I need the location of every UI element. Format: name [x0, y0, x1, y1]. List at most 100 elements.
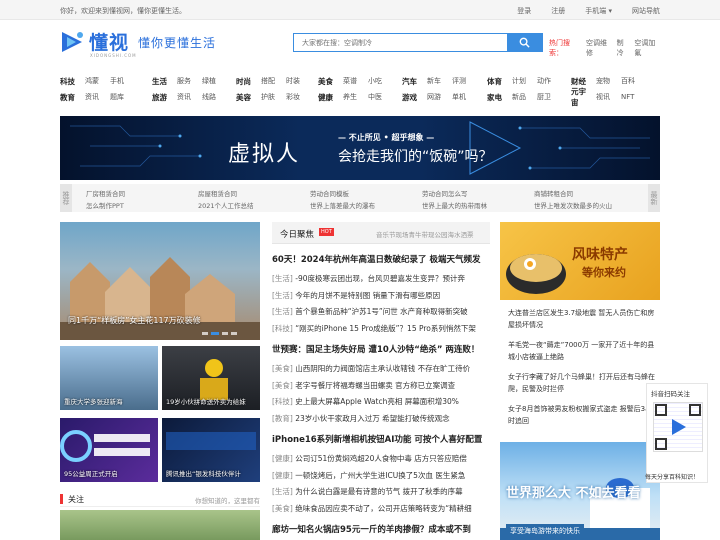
nav-sub-link[interactable]: 题库: [110, 92, 132, 102]
nav-sub-link[interactable]: 计划: [512, 76, 534, 86]
nav-main-link[interactable]: 美食: [318, 76, 340, 87]
nav-sub-link[interactable]: 新品: [512, 92, 534, 102]
side-news-item[interactable]: 大连普兰店区发生3.7级地震 暂无人员伤亡和房屋损坏情况: [508, 307, 658, 331]
nav-sub-link[interactable]: 新车: [427, 76, 449, 86]
text-link[interactable]: 世界上最大的热带雨林: [422, 200, 487, 210]
nav-sub-link[interactable]: 养生: [343, 92, 365, 102]
nav-sub-link[interactable]: 手机: [110, 76, 132, 86]
nav-sub-link[interactable]: 动作: [537, 76, 559, 86]
nav-main-link[interactable]: 旅游: [152, 92, 174, 103]
side-news-item[interactable]: 女子8月首饰被男友粉权搬家式盗走 报警后3小时追回: [508, 403, 658, 427]
headline-link[interactable]: 世预赛：国足主场失好局 遭10人沙特“绝杀” 两连败！: [272, 343, 479, 355]
travel-banner[interactable]: 世界那么大 不如去看看 享受海岛游带来的快乐: [500, 442, 660, 540]
nav-sub-link[interactable]: 护肤: [261, 92, 283, 102]
news-item[interactable]: [健康] 一顿饶烤后，广州大学生进ICU换了5次血 医生紧急: [272, 470, 465, 481]
today-subtitle[interactable]: 音乐节现场青牛带现公园海水洒票: [376, 229, 474, 239]
nav-main-link[interactable]: 美容: [236, 92, 258, 103]
nav-main-link[interactable]: 体育: [487, 76, 509, 87]
text-links-left-tab[interactable]: 推荐: [60, 184, 72, 212]
nav-sub-link[interactable]: 单机: [452, 92, 474, 102]
text-link[interactable]: 2021个人工作总结: [198, 200, 254, 210]
register-link[interactable]: 注册: [551, 6, 565, 16]
nav-sub-link[interactable]: NFT: [621, 93, 643, 101]
qr-title: 抖音扫码关注: [651, 390, 690, 398]
news-item[interactable]: [生活] 为什么说白露是最有诗意的节气 拨开了秋季的序幕: [272, 486, 463, 497]
nav-sub-link[interactable]: 搭配: [261, 76, 283, 86]
news-item[interactable]: [科技] “刚买的iPhone 15 Pro成绝版”？15 Pro系列悄然下架: [272, 323, 476, 334]
nav-main-link[interactable]: 财经: [571, 76, 593, 87]
nav-sub-link[interactable]: 评测: [452, 76, 474, 86]
login-link[interactable]: 登录: [517, 6, 531, 16]
thumb-card[interactable]: 19岁小伙拼命送外卖为给妹: [162, 346, 260, 410]
thumb-card[interactable]: 95公益周正式开启: [60, 418, 158, 482]
focus-image[interactable]: [60, 510, 260, 540]
nav-sub-link[interactable]: 网游: [427, 92, 449, 102]
nav-sub-link[interactable]: 资讯: [85, 92, 107, 102]
headline-link[interactable]: 60天！2024年杭州年高温日数破纪录了 极端天气频发: [272, 253, 480, 265]
text-link[interactable]: 厂房租赁合同: [86, 188, 125, 198]
headline-link[interactable]: 廊坊一知名火锅店95元一斤的羊肉掺假？成本或不到: [272, 523, 471, 535]
nav-sub-link[interactable]: 小吃: [368, 76, 390, 86]
text-link[interactable]: 商铺转租合同: [534, 188, 573, 198]
slide-dot[interactable]: [222, 332, 228, 335]
text-link[interactable]: 怎么制作PPT: [86, 200, 124, 210]
slide-dot[interactable]: [231, 332, 237, 335]
news-item[interactable]: [科技] 史上最大屏幕Apple Watch亮相 屏幕面积增30%: [272, 396, 459, 407]
nav-main-link[interactable]: 生活: [152, 76, 174, 87]
site-nav-link[interactable]: 网站导航: [632, 6, 660, 16]
nav-main-link[interactable]: 汽车: [402, 76, 424, 87]
slide-dot[interactable]: [211, 332, 219, 335]
nav-main-link[interactable]: 时尚: [236, 76, 258, 87]
slide-dot[interactable]: [202, 332, 208, 335]
logo[interactable]: 懂视: [60, 28, 129, 55]
side-news-item[interactable]: 女子行李藏了好几个马蜂巢！打开后还有马蜂在爬，民警及时拦停: [508, 371, 658, 395]
news-item[interactable]: [教育] 23岁小伙干家政月入过万 希望能打破传统观念: [272, 413, 450, 424]
news-item[interactable]: [美食] 老字号餐厅将福寿螺当田螺卖 官方称已立案调查: [272, 380, 455, 391]
nav-main-link[interactable]: 家电: [487, 92, 509, 103]
mobile-link[interactable]: 手机端 ▾: [585, 6, 612, 16]
text-links-right-tab[interactable]: 最新: [648, 184, 660, 212]
search-input[interactable]: [294, 34, 507, 51]
news-item[interactable]: [美食] 山西阴阳的力阀面馆店主承认收辖钱 不存在旷工待价: [272, 363, 470, 374]
hot-item[interactable]: 空调加氟: [634, 38, 660, 58]
nav-sub-link[interactable]: 中医: [368, 92, 390, 102]
news-item[interactable]: [生活] 今年的月饼不是特别图 销量下滑有哪些原因: [272, 290, 440, 301]
nav-sub-link[interactable]: 百科: [621, 76, 643, 86]
text-link[interactable]: 劳动合同模板: [310, 188, 349, 198]
search-button[interactable]: [507, 34, 542, 51]
hot-item[interactable]: 制冷: [617, 38, 630, 58]
nav-main-link[interactable]: 科技: [60, 76, 82, 87]
news-item[interactable]: [生活] 首个暴鱼新品种“沪苏1号”问世 水产育种取得新突破: [272, 306, 468, 317]
news-item[interactable]: [健康] 公司订51份黄焖鸡超20人食物中毒 店方只答应赔偿: [272, 453, 467, 464]
side-news-item[interactable]: 羊毛党一夜“薅走”7000万 一家开了近十年的县城小店被逼上绝路: [508, 339, 658, 363]
text-link[interactable]: 世界上落差最大的瀑布: [310, 200, 375, 210]
nav-sub-link[interactable]: 时装: [286, 76, 308, 86]
news-item[interactable]: [美食] 绝味食品因应卖不动了，公司开店策略转变为“精耕细: [272, 503, 472, 514]
text-link[interactable]: 劳动合同怎么写: [422, 188, 468, 198]
nav-sub-link[interactable]: 资讯: [177, 92, 199, 102]
nav-sub-link[interactable]: 鸿蒙: [85, 76, 107, 86]
slideshow[interactable]: 同1千万“样板房”女主花117万砍装修: [60, 222, 260, 340]
nav-main-link[interactable]: 健康: [318, 92, 340, 103]
nav-sub-link[interactable]: 宠物: [596, 76, 618, 86]
nav-sub-link[interactable]: 彩妆: [286, 92, 308, 102]
thumb-card[interactable]: 腾讯推出“银发科技伙伴计: [162, 418, 260, 482]
nav-sub-link[interactable]: 服务: [177, 76, 199, 86]
text-link[interactable]: 房屋租赁合同: [198, 188, 237, 198]
news-item[interactable]: [生活] -90度极寒云团出现，台风贝碧嘉发生变异？预计奔: [272, 273, 465, 284]
nav-main-link[interactable]: 教育: [60, 92, 82, 103]
headline-link[interactable]: iPhone16系列新增相机按钮AI功能 可按个人喜好配置: [272, 433, 482, 445]
nav-sub-link[interactable]: 菜谱: [343, 76, 365, 86]
text-link[interactable]: 世界上唯发次数最多的火山: [534, 200, 612, 210]
nav-sub-link[interactable]: 视讯: [596, 92, 618, 102]
nav-main-link[interactable]: 元宇宙: [571, 86, 593, 108]
nav-sub-link[interactable]: 厨卫: [537, 92, 559, 102]
local-specialty-banner[interactable]: 风味特产 等你来约: [500, 222, 660, 300]
hot-item[interactable]: 空调维修: [586, 38, 612, 58]
nav-main-link[interactable]: 游戏: [402, 92, 424, 103]
banner[interactable]: 虚拟人 — 不止所见 • 超乎想象 — 会抢走我们的“饭碗”吗？: [60, 116, 660, 180]
nav-sub-link[interactable]: 绿植: [202, 76, 224, 86]
nav-sub-link[interactable]: 线路: [202, 92, 224, 102]
thumb-card[interactable]: 重庆大学多张迎新海: [60, 346, 158, 410]
top-bar: 你好，欢迎来到懂视网，懂你更懂生活。 登录 注册 手机端 ▾ 网站导航: [0, 0, 720, 20]
